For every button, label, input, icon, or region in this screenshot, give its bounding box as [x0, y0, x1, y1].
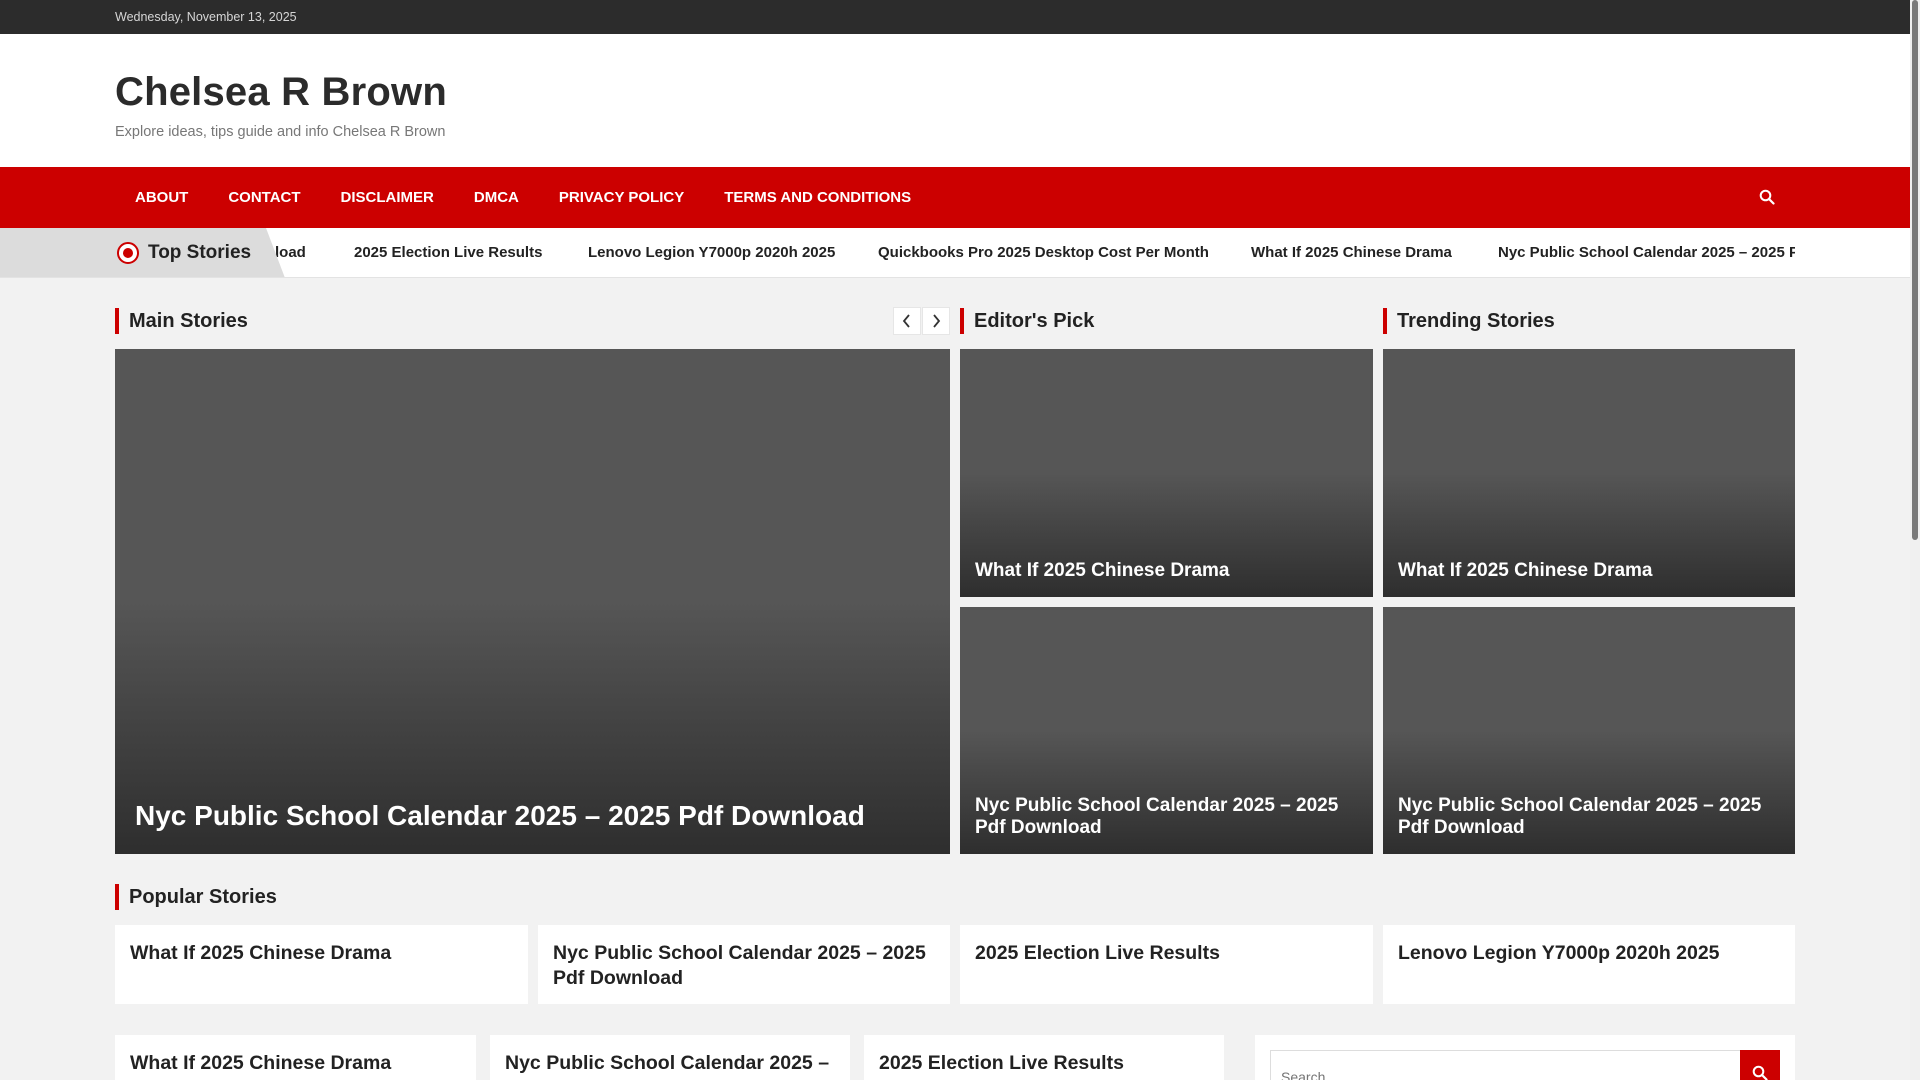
popular-story-title[interactable]: Lenovo Legion Y7000p 2020h 2025	[1398, 941, 1780, 966]
popular-story-title[interactable]: Nyc Public School Calendar 2025 – 2025 P…	[553, 941, 935, 991]
editor-pick-title[interactable]: What If 2025 Chinese Drama	[975, 560, 1358, 582]
page-scrollbar[interactable]	[1910, 0, 1920, 1080]
ticker-item[interactable]: Lenovo Legion Y7000p 2020h 2025	[588, 244, 835, 261]
main-nav: ABOUT CONTACT DISCLAIMER DMCA PRIVACY PO…	[0, 167, 1920, 228]
chevron-left-icon	[902, 314, 910, 328]
sidebar-search-input[interactable]	[1270, 1050, 1745, 1080]
popular-story-title[interactable]: 2025 Election Live Results	[975, 941, 1358, 966]
site-title[interactable]: Chelsea R Brown	[115, 70, 1920, 115]
nav-item-privacy-policy[interactable]: PRIVACY POLICY	[539, 167, 704, 228]
nav-item-dmca[interactable]: DMCA	[454, 167, 539, 228]
post-card[interactable]: What If 2025 Chinese Drama	[115, 1035, 476, 1080]
popular-story-card[interactable]: What If 2025 Chinese Drama	[115, 925, 528, 1004]
sidebar-search-button[interactable]	[1740, 1050, 1780, 1080]
main-story-card[interactable]: Nyc Public School Calendar 2025 – 2025 P…	[115, 349, 950, 854]
ticker-label-text: Top Stories	[148, 242, 252, 263]
popular-story-card[interactable]: 2025 Election Live Results	[960, 925, 1373, 1004]
post-title[interactable]: Nyc Public School Calendar 2025 – 2025 P…	[505, 1051, 835, 1080]
post-title[interactable]: 2025 Election Live Results	[879, 1051, 1209, 1076]
section-title-editors-pick: Editor's Pick	[960, 308, 1094, 334]
section-title-popular-stories: Popular Stories	[115, 884, 277, 910]
trending-title[interactable]: Nyc Public School Calendar 2025 – 2025 P…	[1398, 795, 1780, 839]
ticker-label: Top Stories	[0, 228, 285, 277]
site-header: Chelsea R Brown Explore ideas, tips guid…	[0, 34, 1920, 167]
sidebar-search-widget	[1255, 1035, 1795, 1080]
top-bar: Wednesday, November 13, 2025	[0, 0, 1920, 34]
scrollbar-thumb[interactable]	[1912, 0, 1918, 540]
nav-item-about[interactable]: ABOUT	[115, 167, 208, 228]
nav-item-disclaimer[interactable]: DISCLAIMER	[321, 167, 454, 228]
ticker-item[interactable]: What If 2025 Chinese Drama	[1251, 244, 1452, 261]
section-title-main-stories: Main Stories	[115, 308, 248, 334]
post-card[interactable]: 2025 Election Live Results	[864, 1035, 1224, 1080]
chevron-right-icon	[933, 314, 941, 328]
section-title-trending-stories: Trending Stories	[1383, 308, 1555, 334]
site-tagline: Explore ideas, tips guide and info Chels…	[115, 124, 446, 140]
editor-pick-title[interactable]: Nyc Public School Calendar 2025 – 2025 P…	[975, 795, 1358, 839]
live-dot-icon	[117, 242, 139, 264]
popular-story-title[interactable]: What If 2025 Chinese Drama	[130, 941, 513, 966]
popular-story-card[interactable]: Nyc Public School Calendar 2025 – 2025 P…	[538, 925, 950, 1004]
trending-card[interactable]: What If 2025 Chinese Drama	[1383, 349, 1795, 597]
editor-pick-card[interactable]: Nyc Public School Calendar 2025 – 2025 P…	[960, 607, 1373, 854]
slider-prev-button[interactable]	[893, 307, 921, 335]
search-icon	[1752, 1065, 1768, 1080]
search-icon[interactable]	[1755, 185, 1779, 209]
current-date: Wednesday, November 13, 2025	[115, 10, 297, 24]
post-title[interactable]: What If 2025 Chinese Drama	[130, 1051, 461, 1076]
nav-item-contact[interactable]: CONTACT	[208, 167, 320, 228]
trending-card[interactable]: Nyc Public School Calendar 2025 – 2025 P…	[1383, 607, 1795, 854]
slider-next-button[interactable]	[922, 307, 950, 335]
ticker-item[interactable]: Quickbooks Pro 2025 Desktop Cost Per Mon…	[878, 244, 1209, 261]
ticker-item[interactable]: Nyc Public School Calendar 2025 – 2025 P	[1498, 244, 1795, 261]
editor-pick-card[interactable]: What If 2025 Chinese Drama	[960, 349, 1373, 597]
ticker-item[interactable]: load	[275, 244, 306, 261]
ticker-item[interactable]: 2025 Election Live Results	[354, 244, 542, 261]
nav-item-terms[interactable]: TERMS AND CONDITIONS	[704, 167, 931, 228]
main-story-title[interactable]: Nyc Public School Calendar 2025 – 2025 P…	[135, 800, 935, 832]
news-ticker: Top Stories load 2025 Election Live Resu…	[0, 228, 1920, 278]
trending-title[interactable]: What If 2025 Chinese Drama	[1398, 560, 1780, 582]
post-card[interactable]: Nyc Public School Calendar 2025 – 2025 P…	[490, 1035, 850, 1080]
popular-story-card[interactable]: Lenovo Legion Y7000p 2020h 2025	[1383, 925, 1795, 1004]
